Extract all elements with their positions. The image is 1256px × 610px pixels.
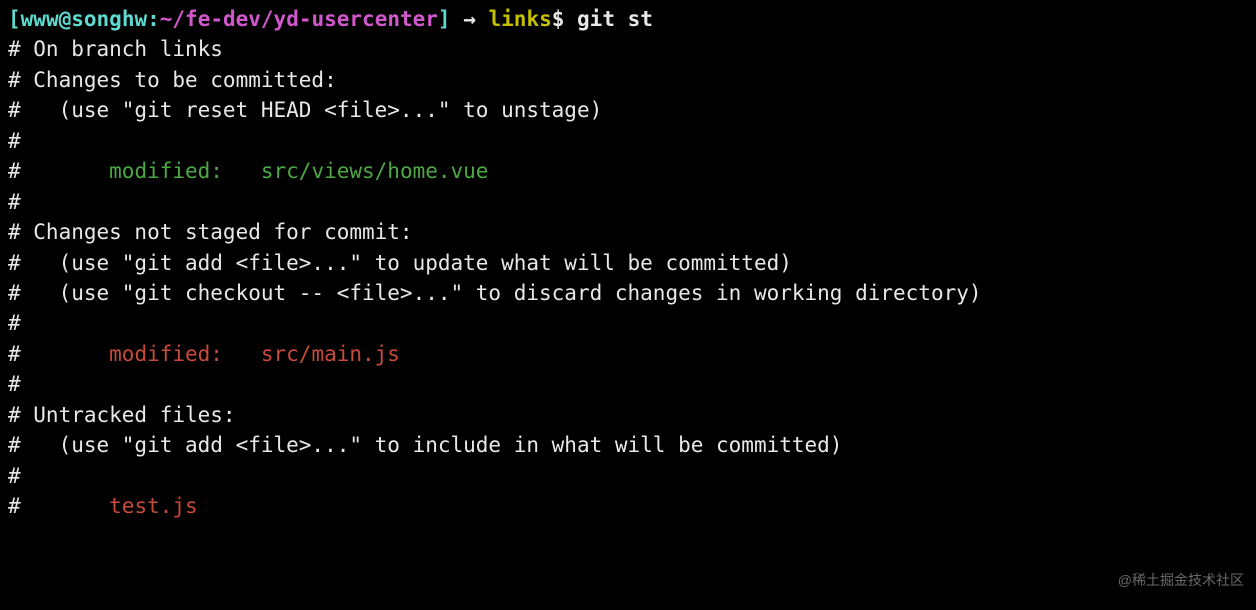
prompt-user: www (21, 7, 59, 31)
hash-mark: # (8, 159, 21, 183)
prompt-bracket-close: ] (438, 7, 451, 31)
output-line: # (use "git reset HEAD <file>..." to uns… (8, 95, 1248, 125)
prompt-colon: : (147, 7, 160, 31)
terminal-prompt-line[interactable]: [www@songhw:~/fe-dev/yd-usercenter] → li… (8, 4, 1248, 34)
output-line: # (8, 187, 1248, 217)
output-line: # Untracked files: (8, 400, 1248, 430)
output-line: # (use "git checkout -- <file>..." to di… (8, 278, 1248, 308)
output-line: # (use "git add <file>..." to update wha… (8, 248, 1248, 278)
output-line: # (8, 308, 1248, 338)
output-line: # (8, 126, 1248, 156)
untracked-file: test.js (21, 494, 198, 518)
staged-file: modified: src/views/home.vue (21, 159, 489, 183)
output-line-untracked: # test.js (8, 491, 1248, 521)
prompt-path: ~/fe-dev/yd-usercenter (160, 7, 438, 31)
prompt-branch: links (489, 7, 552, 31)
watermark-text: @稀土掘金技术社区 (1118, 570, 1244, 590)
prompt-host: songhw (71, 7, 147, 31)
output-line: # (8, 369, 1248, 399)
output-line-staged: # modified: src/views/home.vue (8, 156, 1248, 186)
output-line: # (use "git add <file>..." to include in… (8, 430, 1248, 460)
prompt-arrow: → (451, 7, 489, 31)
prompt-bracket-open: [ (8, 7, 21, 31)
hash-mark: # (8, 342, 21, 366)
output-line: # Changes not staged for commit: (8, 217, 1248, 247)
output-line-unstaged: # modified: src/main.js (8, 339, 1248, 369)
prompt-at: @ (59, 7, 72, 31)
output-line: # On branch links (8, 34, 1248, 64)
prompt-dollar: $ (552, 7, 577, 31)
output-line: # (8, 461, 1248, 491)
command-text: git st (577, 7, 653, 31)
output-line: # Changes to be committed: (8, 65, 1248, 95)
hash-mark: # (8, 494, 21, 518)
unstaged-file: modified: src/main.js (21, 342, 400, 366)
